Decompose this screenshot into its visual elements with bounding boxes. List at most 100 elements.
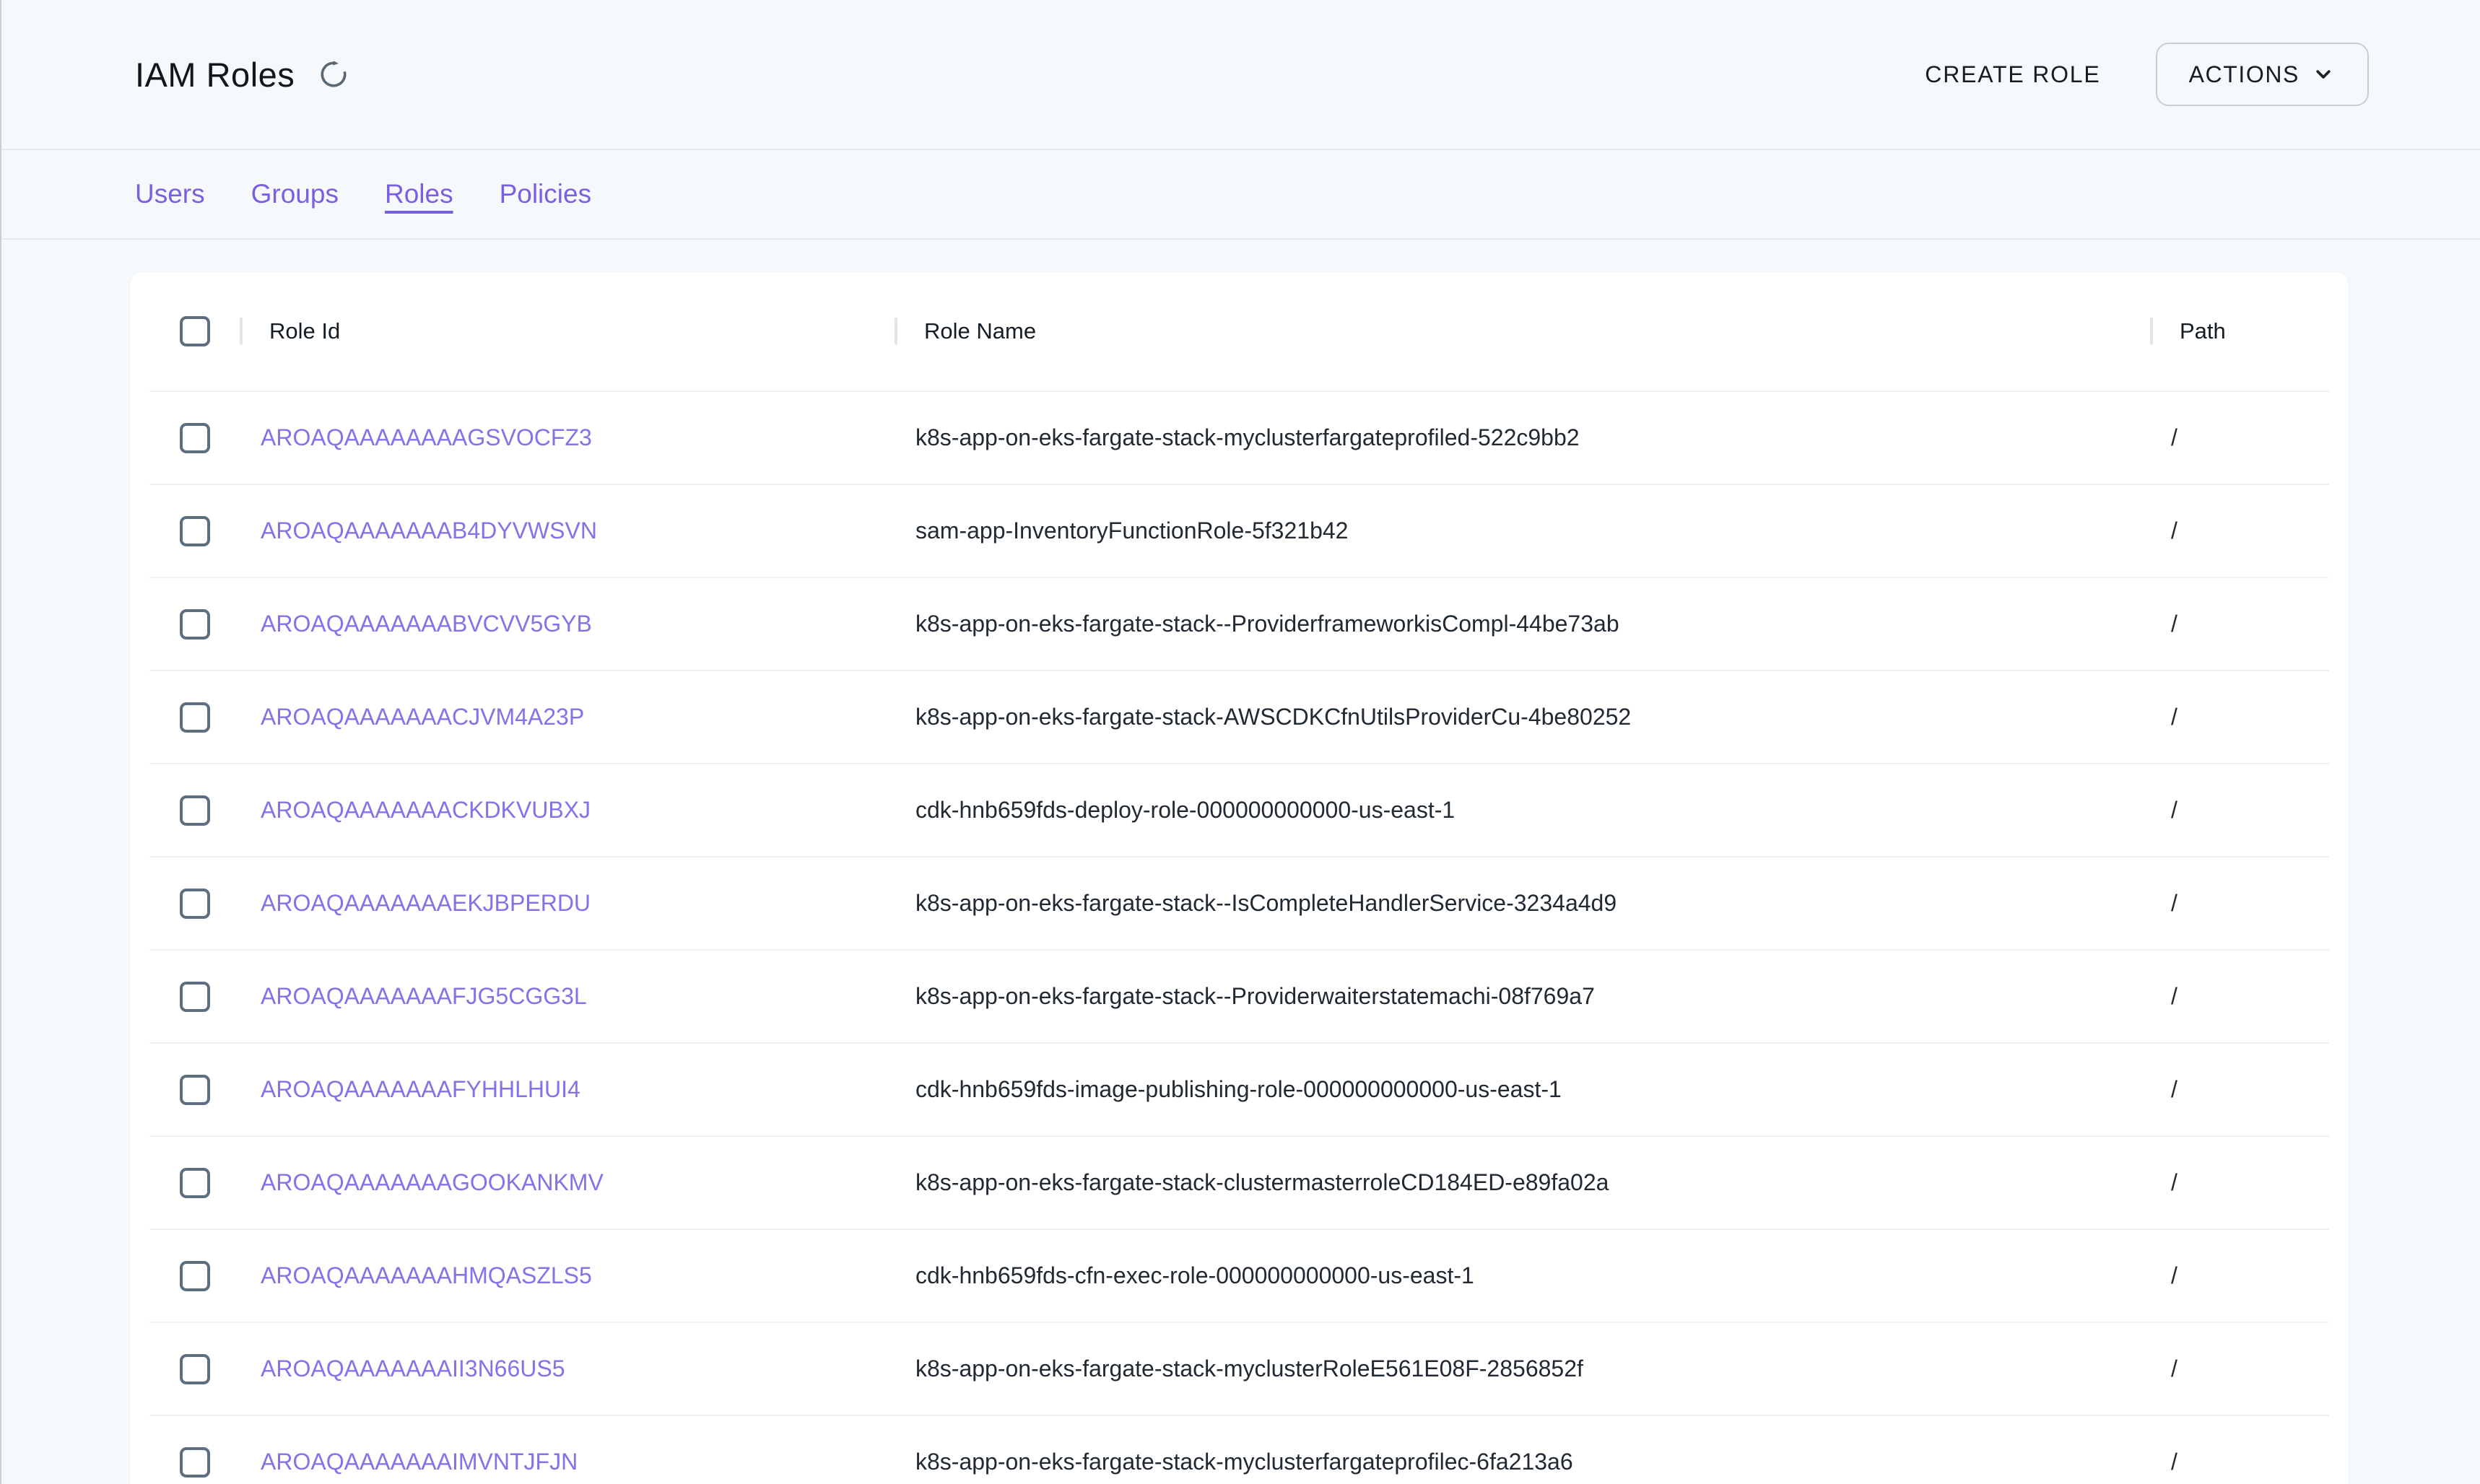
row-checkbox[interactable] [180,795,210,826]
role-id-link[interactable]: AROAQAAAAAAAEKJBPERDU [261,890,591,917]
role-id-cell: AROAQAAAAAAAGOOKANKMV [240,1169,895,1196]
table-header-row: Role Id Role Name Path [149,272,2329,392]
table-row: AROAQAAAAAAAGOOKANKMV k8s-app-on-eks-far… [149,1137,2329,1230]
row-checkbox[interactable] [180,889,210,919]
role-id-cell: AROAQAAAAAAAAGSVOCFZ3 [240,424,895,451]
column-separator [2150,318,2153,345]
column-header-path[interactable]: Path [2151,272,2329,390]
row-checkbox[interactable] [180,609,210,640]
title-group: IAM Roles [135,54,354,95]
select-all-checkbox[interactable] [180,316,210,346]
role-id-link[interactable]: AROAQAAAAAAAFYHHLHUI4 [261,1076,580,1103]
path-cell: / [2151,1076,2329,1103]
column-header-role-id[interactable]: Role Id [240,272,895,390]
role-name-cell: cdk-hnb659fds-cfn-exec-role-000000000000… [895,1262,2151,1289]
path-cell: / [2151,1449,2329,1475]
role-name-cell: k8s-app-on-eks-fargate-stack--IsComplete… [895,890,2151,917]
tab-policies[interactable]: Policies [500,179,592,209]
path-cell: / [2151,983,2329,1010]
tab-roles[interactable]: Roles [385,179,453,209]
row-checkbox[interactable] [180,1261,210,1291]
path-cell: / [2151,704,2329,730]
row-checkbox-cell [149,795,240,826]
row-checkbox[interactable] [180,423,210,453]
table-row: AROAQAAAAAAACKDKVUBXJ cdk-hnb659fds-depl… [149,764,2329,857]
table-row: AROAQAAAAAAAII3N66US5 k8s-app-on-eks-far… [149,1323,2329,1416]
chevron-down-icon [2311,62,2336,87]
role-name-cell: k8s-app-on-eks-fargate-stack--Providerwa… [895,983,2151,1010]
path-cell: / [2151,797,2329,824]
role-id-link[interactable]: AROAQAAAAAAAFJG5CGG3L [261,983,587,1010]
role-id-link[interactable]: AROAQAAAAAAAAGSVOCFZ3 [261,424,592,451]
role-id-cell: AROAQAAAAAAAB4DYVWSVN [240,518,895,544]
table-row: AROAQAAAAAAAEKJBPERDU k8s-app-on-eks-far… [149,857,2329,951]
row-checkbox[interactable] [180,702,210,733]
role-name-cell: sam-app-InventoryFunctionRole-5f321b42 [895,518,2151,544]
table-row: AROAQAAAAAAAIMVNTJFJN k8s-app-on-eks-far… [149,1416,2329,1484]
role-id-link[interactable]: AROAQAAAAAAAGOOKANKMV [261,1169,604,1196]
create-role-button[interactable]: CREATE ROLE [1920,51,2105,98]
role-id-link[interactable]: AROAQAAAAAAAIMVNTJFJN [261,1449,578,1475]
row-checkbox-cell [149,1447,240,1478]
role-id-link[interactable]: AROAQAAAAAAAB4DYVWSVN [261,518,597,544]
row-checkbox-cell [149,423,240,453]
path-cell: / [2151,424,2329,451]
row-checkbox[interactable] [180,1168,210,1198]
role-id-cell: AROAQAAAAAAAIMVNTJFJN [240,1449,895,1475]
tab-groups[interactable]: Groups [251,179,339,209]
row-checkbox-cell [149,516,240,546]
actions-button-label: ACTIONS [2189,61,2300,88]
path-cell: / [2151,1169,2329,1196]
role-id-link[interactable]: AROAQAAAAAAABVCVV5GYB [261,611,592,637]
header-actions: CREATE ROLE ACTIONS [1920,43,2369,106]
row-checkbox[interactable] [180,1075,210,1105]
role-id-cell: AROAQAAAAAAABVCVV5GYB [240,611,895,637]
row-checkbox-cell [149,1261,240,1291]
column-header-role-name[interactable]: Role Name [895,272,2151,390]
row-checkbox-cell [149,702,240,733]
role-name-cell: k8s-app-on-eks-fargate-stack-myclusterfa… [895,424,2151,451]
row-checkbox-cell [149,1168,240,1198]
role-id-link[interactable]: AROAQAAAAAAAHMQASZLS5 [261,1262,592,1289]
table-row: AROAQAAAAAAABVCVV5GYB k8s-app-on-eks-far… [149,578,2329,671]
row-checkbox-cell [149,982,240,1012]
row-checkbox[interactable] [180,1354,210,1384]
path-cell: / [2151,1356,2329,1382]
role-id-link[interactable]: AROAQAAAAAAACJVM4A23P [261,704,584,730]
role-name-cell: k8s-app-on-eks-fargate-stack-myclusterRo… [895,1356,2151,1382]
role-name-cell: k8s-app-on-eks-fargate-stack-AWSCDKCfnUt… [895,704,2151,730]
row-checkbox[interactable] [180,982,210,1012]
row-checkbox[interactable] [180,1447,210,1478]
refresh-button[interactable] [313,54,354,95]
role-id-link[interactable]: AROAQAAAAAAAII3N66US5 [261,1356,565,1382]
role-name-cell: k8s-app-on-eks-fargate-stack-clustermast… [895,1169,2151,1196]
row-checkbox[interactable] [180,516,210,546]
column-label: Role Name [924,318,1036,344]
path-cell: / [2151,518,2329,544]
table-row: AROAQAAAAAAAHMQASZLS5 cdk-hnb659fds-cfn-… [149,1230,2329,1323]
table-row: AROAQAAAAAAAFJG5CGG3L k8s-app-on-eks-far… [149,951,2329,1044]
role-name-cell: cdk-hnb659fds-image-publishing-role-0000… [895,1076,2151,1103]
row-checkbox-cell [149,1354,240,1384]
row-checkbox-cell [149,889,240,919]
table-row: AROAQAAAAAAAFYHHLHUI4 cdk-hnb659fds-imag… [149,1044,2329,1137]
role-id-cell: AROAQAAAAAAAFYHHLHUI4 [240,1076,895,1103]
tab-users[interactable]: Users [135,179,205,209]
role-name-cell: k8s-app-on-eks-fargate-stack-myclusterfa… [895,1449,2151,1475]
refresh-icon [317,58,350,91]
page-title: IAM Roles [135,55,295,95]
actions-button[interactable]: ACTIONS [2156,43,2369,106]
tabs-bar: Users Groups Roles Policies [1,150,2480,240]
column-separator [240,318,243,345]
select-all-cell [149,316,240,346]
role-id-cell: AROAQAAAAAAACJVM4A23P [240,704,895,730]
role-id-link[interactable]: AROAQAAAAAAACKDKVUBXJ [261,797,591,824]
column-label: Role Id [269,318,340,344]
path-cell: / [2151,1262,2329,1289]
table-row: AROAQAAAAAAACJVM4A23P k8s-app-on-eks-far… [149,671,2329,764]
row-checkbox-cell [149,1075,240,1105]
role-id-cell: AROAQAAAAAAAHMQASZLS5 [240,1262,895,1289]
role-name-cell: k8s-app-on-eks-fargate-stack--Providerfr… [895,611,2151,637]
app-header: IAM Roles CREATE ROLE ACTIONS [1,0,2480,150]
role-id-cell: AROAQAAAAAAAEKJBPERDU [240,890,895,917]
